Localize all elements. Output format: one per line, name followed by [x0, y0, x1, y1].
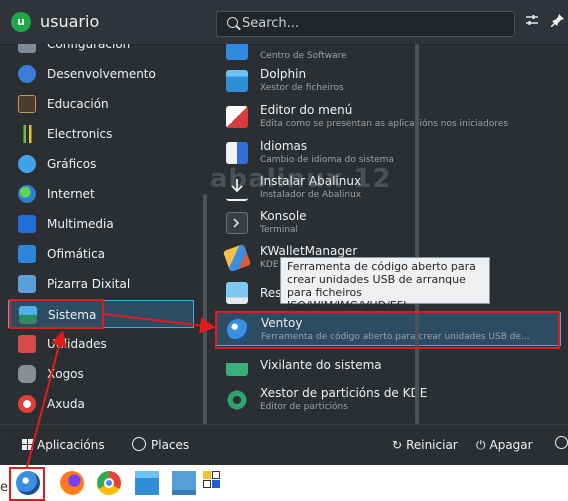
arrow-to-ventoy [103, 313, 216, 334]
annotation-arrows [26, 313, 216, 468]
arrow-to-sistema [26, 330, 67, 468]
